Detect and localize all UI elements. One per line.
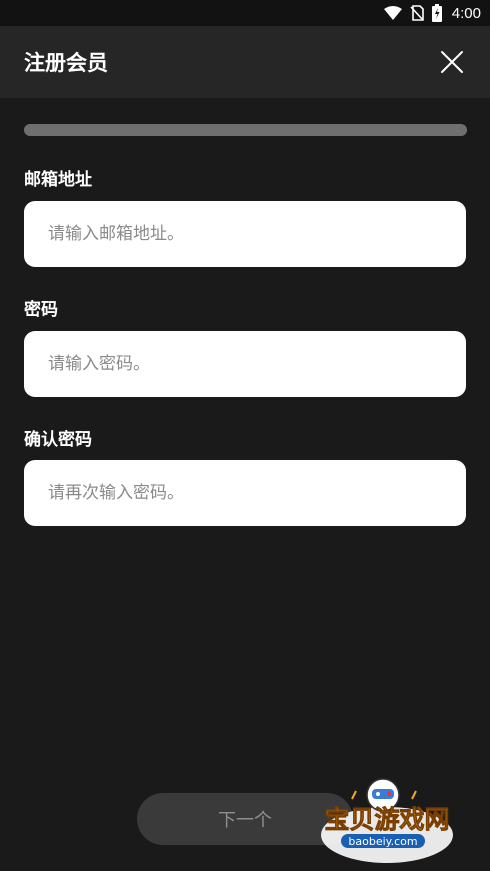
- password-label: 密码: [24, 300, 58, 320]
- confirm-password-label: 确认密码: [24, 430, 92, 450]
- email-label: 邮箱地址: [24, 170, 92, 190]
- wifi-icon: [383, 6, 402, 20]
- battery-charging-icon: [431, 4, 442, 22]
- confirm-password-field[interactable]: [24, 460, 466, 526]
- next-button[interactable]: 下一个: [137, 793, 353, 845]
- email-field[interactable]: [24, 201, 466, 267]
- page-title: 注册会员: [24, 51, 108, 75]
- password-field[interactable]: [24, 331, 466, 397]
- close-icon: [441, 51, 463, 73]
- app-header: 注册会员: [0, 26, 490, 98]
- status-time: 4:00: [451, 4, 481, 22]
- status-bar: 4:00: [0, 0, 490, 26]
- registration-progress-bar: [24, 124, 467, 136]
- no-sim-icon: [410, 5, 424, 21]
- svg-text:baobeiy.com: baobeiy.com: [348, 835, 417, 848]
- close-button[interactable]: [438, 48, 466, 76]
